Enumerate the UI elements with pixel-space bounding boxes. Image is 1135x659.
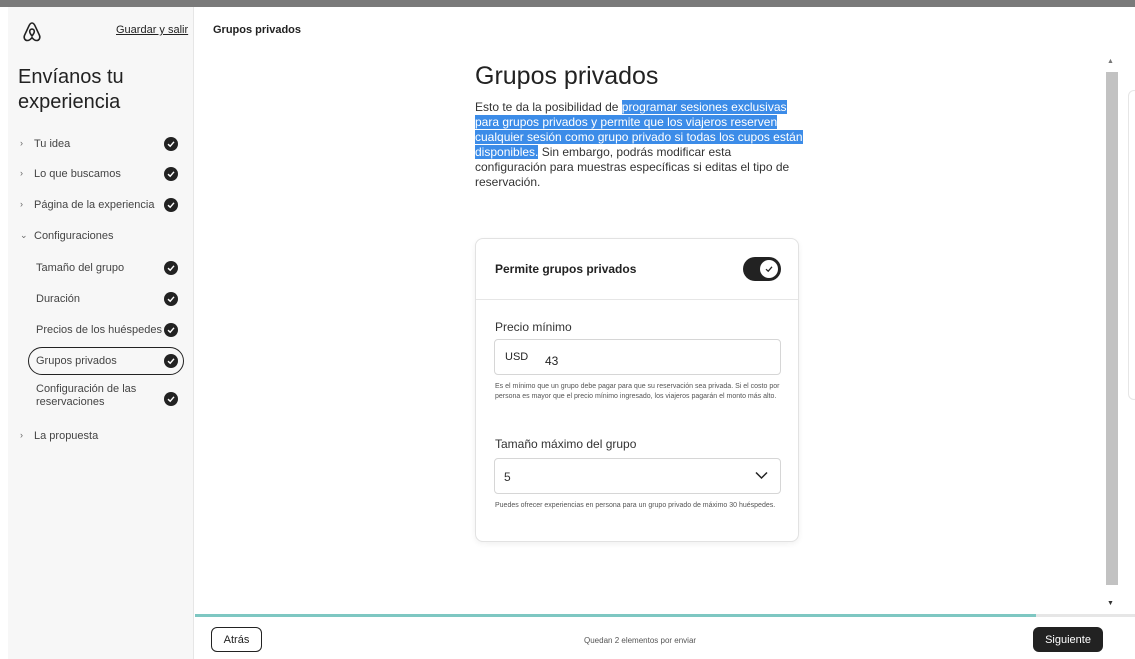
check-circle-icon <box>164 198 178 212</box>
minimum-price-input[interactable]: USD 43 <box>494 339 781 375</box>
check-circle-icon <box>164 167 178 181</box>
side-panel-edge <box>1128 90 1135 400</box>
window-top-border <box>0 0 1135 7</box>
price-help-text: Es el mínimo que un grupo debe pagar par… <box>495 383 780 400</box>
progress-bar <box>195 614 1135 617</box>
app-window: Guardar y salir Envíanos tu experiencia … <box>0 0 1135 659</box>
chevron-down-icon: ⌄ <box>20 230 28 240</box>
check-icon <box>765 266 773 273</box>
sidebar-item-tamano-grupo[interactable]: Tamaño del grupo <box>8 257 194 281</box>
sidebar-item-grupos-privados[interactable]: Grupos privados <box>8 347 194 375</box>
airbnb-logo-icon[interactable] <box>22 21 42 43</box>
next-button[interactable]: Siguiente <box>1033 627 1103 652</box>
sidebar-item-configuracion-reservaciones[interactable]: Configuración de las reservaciones <box>8 383 194 413</box>
sidebar-item-label: Tu idea <box>34 138 71 150</box>
currency-label: USD <box>505 351 529 363</box>
sidebar-item-lo-que-buscamos[interactable]: › Lo que buscamos <box>8 163 194 187</box>
private-groups-card: Permite grupos privados Precio mínimo US… <box>475 238 799 542</box>
sidebar-item-tu-idea[interactable]: › Tu idea <box>8 133 194 157</box>
sidebar-item-configuraciones[interactable]: ⌄ Configuraciones <box>8 225 194 249</box>
sidebar-title: Envíanos tu experiencia <box>18 66 124 113</box>
sidebar-item-label: La propuesta <box>34 430 99 442</box>
sidebar-item-label: Grupos privados <box>36 355 117 367</box>
sidebar-item-label: Tamaño del grupo <box>36 262 125 274</box>
save-and-exit-link[interactable]: Guardar y salir <box>116 24 188 36</box>
group-size-help-text: Puedes ofrecer experiencias en persona p… <box>495 502 776 509</box>
page-title: Grupos privados <box>475 62 659 90</box>
sidebar-item-duracion[interactable]: Duración <box>8 288 194 312</box>
chevron-down-icon <box>755 471 768 480</box>
allow-private-groups-toggle[interactable] <box>743 257 781 281</box>
toggle-knob <box>760 260 778 278</box>
header-title: Grupos privados <box>213 24 302 36</box>
sidebar: Guardar y salir Envíanos tu experiencia … <box>8 7 194 659</box>
scroll-down-arrow-icon[interactable]: ▼ <box>1107 600 1114 607</box>
group-size-value: 5 <box>504 470 511 484</box>
toggle-label: Permite grupos privados <box>495 262 637 276</box>
sidebar-item-label: Configuración de las reservaciones <box>36 383 137 408</box>
scrollbar-thumb[interactable] <box>1106 72 1118 585</box>
sidebar-item-la-propuesta[interactable]: › La propuesta <box>8 425 194 449</box>
sidebar-item-precios-huespedes[interactable]: Precios de los huéspedes <box>8 319 194 343</box>
chevron-right-icon: › <box>20 199 23 209</box>
price-value: 43 <box>545 354 559 368</box>
check-circle-icon <box>164 392 178 406</box>
main-header: Grupos privados <box>195 7 1135 47</box>
sidebar-item-label: Duración <box>36 293 81 305</box>
check-circle-icon <box>164 354 178 368</box>
sidebar-item-label: Configuraciones <box>34 230 114 242</box>
page-description: Esto te da la posibilidad de programar s… <box>475 100 805 190</box>
group-size-label: Tamaño máximo del grupo <box>495 437 637 451</box>
check-circle-icon <box>164 292 178 306</box>
back-button[interactable]: Atrás <box>211 627 262 652</box>
toggle-row: Permite grupos privados <box>476 239 798 300</box>
chevron-right-icon: › <box>20 168 23 178</box>
max-group-size-select[interactable]: 5 <box>494 458 781 494</box>
check-circle-icon <box>164 261 178 275</box>
scroll-up-arrow-icon[interactable]: ▲ <box>1107 58 1114 65</box>
chevron-right-icon: › <box>20 430 23 440</box>
price-label: Precio mínimo <box>495 320 572 334</box>
sidebar-item-pagina-experiencia[interactable]: › Página de la experiencia <box>8 194 194 218</box>
chevron-right-icon: › <box>20 138 23 148</box>
sidebar-item-label: Página de la experiencia <box>34 199 155 211</box>
check-circle-icon <box>164 323 178 337</box>
progress-bar-fill <box>195 614 1037 617</box>
sidebar-item-label: Lo que buscamos <box>34 168 121 180</box>
sidebar-item-label: Precios de los huéspedes <box>36 324 162 336</box>
remaining-items-text: Quedan 2 elementos por enviar <box>584 636 697 645</box>
check-circle-icon <box>164 137 178 151</box>
description-text: Esto te da la posibilidad de <box>475 100 622 114</box>
